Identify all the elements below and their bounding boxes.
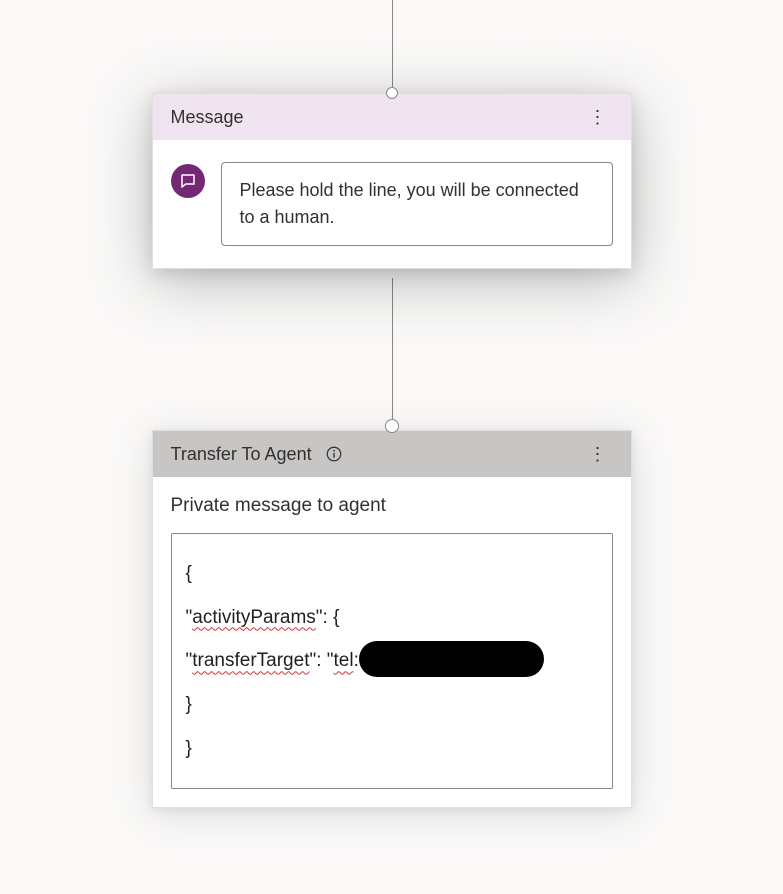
code-line: } — [186, 683, 598, 727]
transfer-node-body: Private message to agent { "activityPara… — [153, 477, 631, 807]
code-line: "transferTarget": "tel: — [186, 639, 598, 683]
info-icon[interactable] — [324, 444, 344, 464]
more-vertical-icon: ⋮ — [589, 107, 607, 127]
chat-icon — [171, 164, 205, 198]
code-line: "activityParams": { — [186, 596, 598, 640]
more-vertical-icon: ⋮ — [589, 444, 607, 464]
transfer-node[interactable]: Transfer To Agent ⋮ Private message to a… — [152, 430, 632, 808]
message-text-box[interactable]: Please hold the line, you will be connec… — [221, 162, 613, 246]
more-options-button[interactable]: ⋮ — [583, 441, 613, 467]
transfer-node-title: Transfer To Agent — [171, 444, 312, 465]
message-node-header[interactable]: Message ⋮ — [153, 94, 631, 140]
message-node-body: Please hold the line, you will be connec… — [153, 140, 631, 268]
code-line: { — [186, 552, 598, 596]
transfer-node-header[interactable]: Transfer To Agent ⋮ — [153, 431, 631, 477]
message-text: Please hold the line, you will be connec… — [240, 180, 579, 227]
connector-line-top — [392, 0, 393, 93]
node-input-port[interactable] — [386, 87, 398, 99]
message-node-title: Message — [171, 107, 244, 128]
message-node[interactable]: Message ⋮ Please hold the line, you will… — [152, 93, 632, 269]
redacted-phone — [359, 641, 544, 677]
node-input-port-2[interactable] — [385, 419, 399, 433]
private-message-label: Private message to agent — [171, 495, 613, 517]
more-options-button[interactable]: ⋮ — [583, 104, 613, 130]
code-line: } — [186, 727, 598, 771]
json-code-box[interactable]: { "activityParams": { "transferTarget": … — [171, 533, 613, 789]
connector-line-mid — [392, 278, 393, 430]
